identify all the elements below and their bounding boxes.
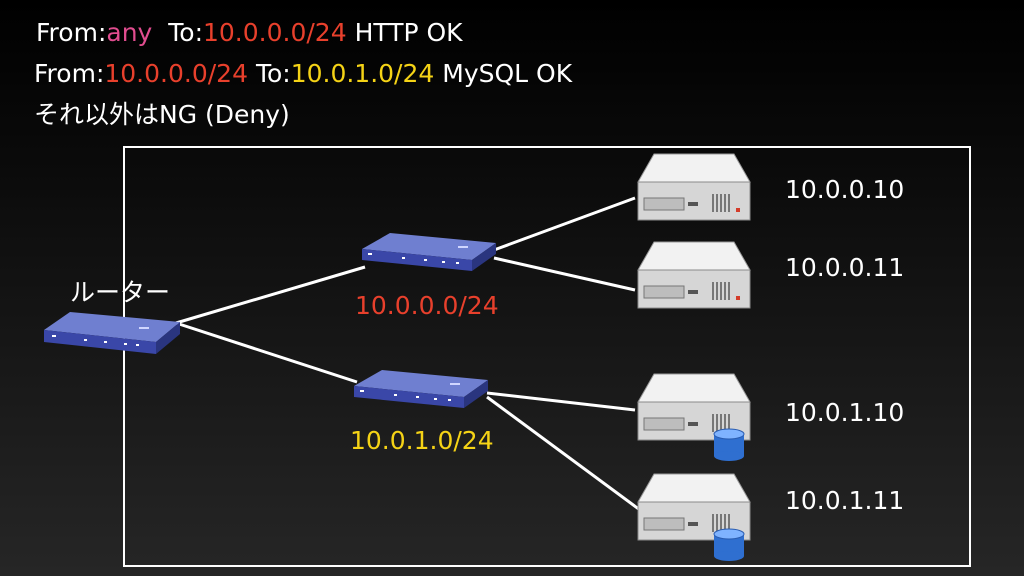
router-icon bbox=[44, 312, 180, 354]
link-switch0-server2 bbox=[493, 256, 636, 292]
server-icon bbox=[637, 241, 751, 309]
switch-icon bbox=[362, 233, 496, 271]
server-ip-label: 10.0.1.10 bbox=[785, 398, 905, 427]
link-switch1-server4 bbox=[486, 395, 641, 512]
switch-icon bbox=[354, 370, 488, 408]
link-router-switch0 bbox=[175, 265, 366, 325]
server-icon bbox=[637, 153, 751, 221]
database-icon bbox=[713, 528, 745, 561]
database-icon bbox=[713, 428, 745, 461]
subnet-label: 10.0.0.0/24 bbox=[355, 291, 499, 320]
link-switch0-server1 bbox=[493, 196, 636, 252]
database-server-icon bbox=[637, 473, 751, 561]
server-ip-label: 10.0.0.11 bbox=[785, 253, 905, 282]
server-ip-label: 10.0.1.11 bbox=[785, 486, 905, 515]
link-switch1-server3 bbox=[486, 391, 636, 412]
link-router-switch1 bbox=[175, 321, 358, 384]
router-label: ルーター bbox=[70, 278, 171, 307]
server-ip-label: 10.0.0.10 bbox=[785, 175, 905, 204]
subnet-label: 10.0.1.0/24 bbox=[350, 426, 494, 455]
database-server-icon bbox=[637, 373, 751, 461]
